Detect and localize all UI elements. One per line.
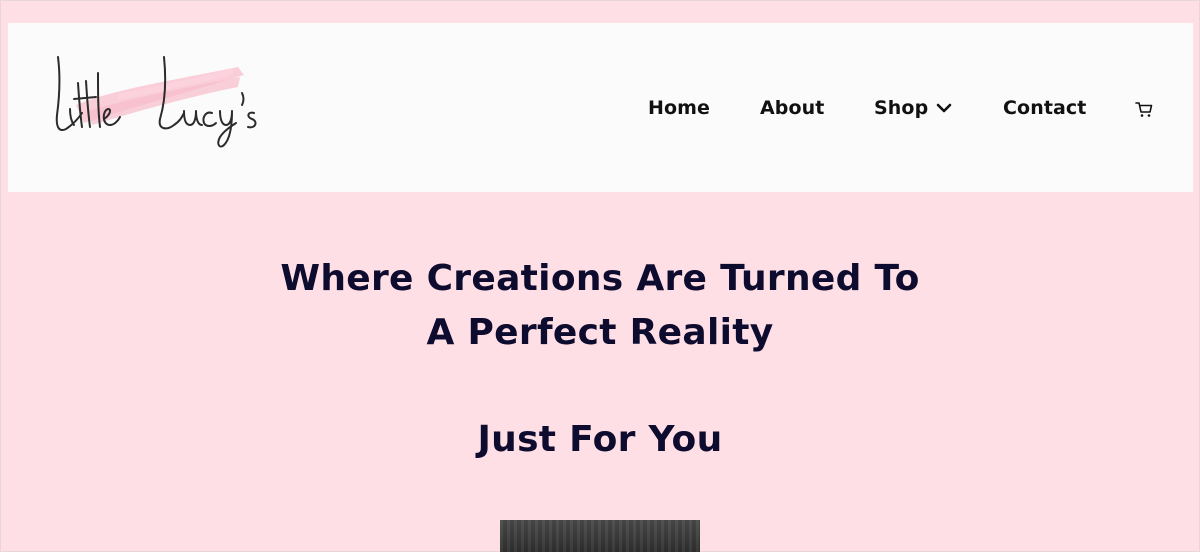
cart-icon[interactable] bbox=[1134, 99, 1154, 119]
nav-shop-dropdown[interactable]: Shop bbox=[874, 97, 952, 119]
site-logo[interactable] bbox=[48, 53, 263, 148]
hero-product-image bbox=[500, 520, 700, 552]
site-header: Home About Shop Contact bbox=[8, 23, 1193, 192]
nav-shop-label: Shop bbox=[874, 97, 929, 119]
nav-contact-link[interactable]: Contact bbox=[1003, 97, 1086, 119]
nav-home-link[interactable]: Home bbox=[648, 97, 710, 119]
hero-section: Where Creations Are Turned To A Perfect … bbox=[0, 252, 1200, 460]
hero-headline-line1: Where Creations Are Turned To bbox=[280, 258, 920, 299]
nav-about-link[interactable]: About bbox=[760, 97, 824, 119]
hero-subheadline: Just For You bbox=[477, 419, 723, 460]
chevron-down-icon bbox=[936, 102, 952, 114]
hero-headline-line2: A Perfect Reality bbox=[426, 312, 774, 353]
